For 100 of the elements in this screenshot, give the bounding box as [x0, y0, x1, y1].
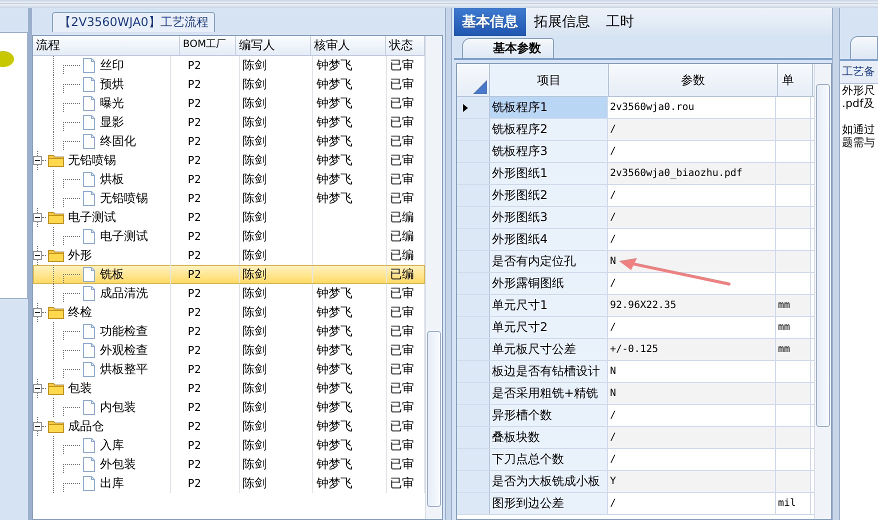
tree-row[interactable]: 铣板 P2 陈剑 已编 — [33, 265, 425, 284]
tree-row[interactable]: 显影 P2 陈剑 钟梦飞 已审 — [33, 113, 425, 132]
collapse-icon[interactable] — [33, 422, 42, 431]
column-header[interactable]: 单 — [778, 64, 813, 96]
tree-row[interactable]: 包装 P2 陈剑 钟梦飞 已审 — [33, 379, 425, 398]
collapse-icon[interactable] — [33, 156, 42, 165]
table-cell: 图形到边公差 — [490, 493, 608, 514]
document-icon — [82, 362, 96, 377]
scrollbar[interactable] — [814, 64, 831, 519]
step-name: 出库 — [100, 475, 124, 492]
reviewer-name: 钟梦飞 — [316, 304, 352, 321]
tab[interactable]: 基本信息 — [454, 8, 526, 36]
table-cell: 外形图纸2 — [490, 185, 608, 206]
collapse-icon[interactable] — [33, 213, 42, 222]
column-header[interactable]: 编写人 — [236, 36, 312, 55]
tab[interactable]: 工时 — [598, 8, 642, 36]
table-cell: 是否为大板铣成小板 — [490, 471, 608, 492]
tab[interactable] — [850, 36, 878, 59]
table-cell: 铣板程序2 — [490, 119, 608, 140]
folder-icon — [48, 211, 64, 224]
table-cell: / — [608, 405, 776, 426]
reviewer-name: 钟梦飞 — [316, 437, 352, 454]
status-text: 已审 — [390, 152, 414, 169]
tree-row[interactable]: 电子测试 P2 陈剑 已编 — [33, 208, 425, 227]
document-icon — [82, 58, 96, 73]
author-name: 陈剑 — [242, 437, 267, 454]
splitter-handle[interactable] — [28, 8, 32, 520]
status-text: 已编 — [390, 209, 414, 226]
scrollbar-thumb[interactable] — [427, 331, 441, 507]
status-text: 已审 — [390, 456, 414, 473]
row-header[interactable] — [457, 97, 490, 118]
collapse-icon[interactable] — [33, 308, 42, 317]
table-cell: 单元尺寸1 — [490, 295, 608, 316]
splitter-handle[interactable] — [832, 8, 840, 520]
author-name: 陈剑 — [242, 285, 267, 302]
reviewer-name: 钟梦飞 — [316, 76, 352, 93]
tree-row[interactable]: 曝光 P2 陈剑 钟梦飞 已审 — [33, 94, 425, 113]
table-cell: mm — [776, 339, 811, 360]
tree-row[interactable]: 内包装 P2 陈剑 钟梦飞 已审 — [33, 398, 425, 417]
status-text: 已审 — [390, 171, 414, 188]
document-icon — [82, 172, 96, 187]
column-header[interactable]: 项目 — [490, 64, 609, 96]
reviewer-name: 钟梦飞 — [316, 475, 352, 492]
table-cell: / — [608, 207, 776, 228]
reviewer-name: 钟梦飞 — [316, 342, 352, 359]
note-text: .pdf及 — [841, 97, 876, 110]
collapse-icon[interactable] — [33, 251, 42, 260]
document-icon — [82, 96, 96, 111]
panel-header: 工艺备 — [840, 61, 878, 84]
author-name: 陈剑 — [242, 152, 267, 169]
splitter-handle[interactable] — [445, 8, 452, 520]
tree-row[interactable]: 外包装 P2 陈剑 钟梦飞 已审 — [33, 455, 425, 474]
table-cell: N — [608, 383, 776, 404]
step-name: 烘板 — [100, 171, 124, 188]
folder-icon — [48, 306, 64, 319]
plant-code: P2 — [188, 135, 202, 148]
tree-row[interactable]: 电子测试 P2 陈剑 已编 — [33, 227, 425, 246]
tree-row[interactable]: 烘板 P2 陈剑 钟梦飞 已审 — [33, 170, 425, 189]
tree-row[interactable]: 入库 P2 陈剑 钟梦飞 已审 — [33, 436, 425, 455]
document-icon — [82, 191, 96, 206]
collapse-icon[interactable] — [33, 384, 42, 393]
tree-row[interactable]: 出库 P2 陈剑 钟梦飞 已审 — [33, 474, 425, 493]
step-name: 入库 — [100, 437, 124, 454]
document-icon — [82, 343, 96, 358]
tree-row[interactable]: 终检 P2 陈剑 钟梦飞 已审 — [33, 303, 425, 322]
tree-row[interactable]: 无铅喷锡 P2 陈剑 钟梦飞 已审 — [33, 189, 425, 208]
tree-row[interactable]: 烘板整平 P2 陈剑 钟梦飞 已审 — [33, 360, 425, 379]
step-name: 电子测试 — [100, 228, 148, 245]
tree-row[interactable]: 成品清洗 P2 陈剑 钟梦飞 已审 — [33, 284, 425, 303]
folder-icon — [48, 154, 64, 167]
plant-code: P2 — [188, 97, 202, 110]
tree-row[interactable]: 外观检查 P2 陈剑 钟梦飞 已审 — [33, 341, 425, 360]
tree-row[interactable]: 无铅喷锡 P2 陈剑 钟梦飞 已审 — [33, 151, 425, 170]
scrollbar[interactable] — [425, 36, 442, 519]
step-name: 成品清洗 — [100, 285, 148, 302]
tree-row[interactable]: 功能检查 P2 陈剑 钟梦飞 已审 — [33, 322, 425, 341]
tree-row[interactable]: 预烘 P2 陈剑 钟梦飞 已审 — [33, 75, 425, 94]
tree-row[interactable]: 终固化 P2 陈剑 钟梦飞 已审 — [33, 132, 425, 151]
step-name: 功能检查 — [100, 323, 148, 340]
step-name: 丝印 — [100, 57, 124, 74]
column-header[interactable]: 核审人 — [311, 36, 386, 55]
column-header[interactable]: 参数 — [609, 64, 778, 96]
step-name: 外包装 — [100, 456, 136, 473]
step-name: 终检 — [68, 304, 92, 321]
tree-row[interactable]: 成品仓 P2 陈剑 钟梦飞 已审 — [33, 417, 425, 436]
column-header[interactable]: BOM工厂 — [180, 36, 236, 55]
author-name: 陈剑 — [242, 228, 267, 245]
table-cell: mm — [776, 317, 811, 338]
table-cell: N — [608, 361, 776, 382]
table-cell: 外形图纸1 — [490, 163, 608, 184]
scrollbar-thumb[interactable] — [816, 84, 830, 427]
tab[interactable]: 基本参数 — [462, 38, 554, 58]
author-name: 陈剑 — [242, 418, 267, 435]
table-cell: 下刀点总个数 — [490, 449, 608, 470]
tree-row[interactable]: 丝印 P2 陈剑 钟梦飞 已审 — [33, 56, 425, 75]
column-header[interactable]: 流程 — [33, 36, 180, 55]
step-name: 外观检查 — [100, 342, 148, 359]
author-name: 陈剑 — [242, 114, 267, 131]
tab[interactable]: 拓展信息 — [526, 8, 598, 36]
reviewer-name: 钟梦飞 — [316, 190, 352, 207]
